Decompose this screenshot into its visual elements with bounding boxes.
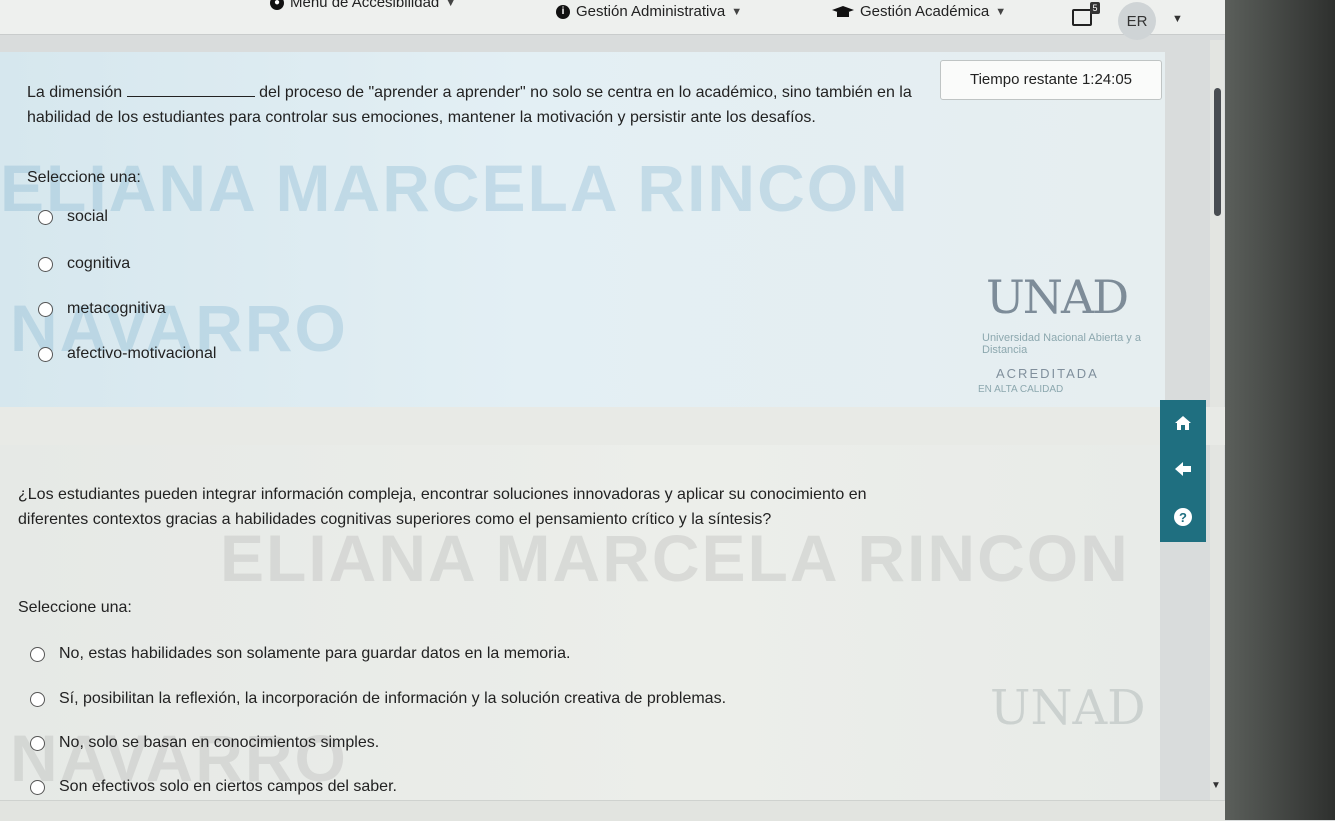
home-icon: [1175, 416, 1191, 430]
question-1-text-line2: habilidad de los estudiantes para contro…: [27, 109, 816, 126]
option-label: afectivo-motivacional: [67, 345, 217, 362]
option-label: No, solo se basan en conocimientos simpl…: [59, 734, 380, 751]
help-button[interactable]: ?: [1160, 494, 1206, 540]
option-label: Son efectivos solo en ciertos campos del…: [59, 778, 397, 795]
chevron-down-icon: ▼: [995, 5, 1007, 18]
user-avatar[interactable]: ER: [1118, 2, 1156, 40]
question-1-text: La dimensión del proceso de "aprender a …: [27, 80, 912, 130]
graduation-cap-icon: [832, 5, 854, 17]
timer-value: 1:24:05: [1081, 71, 1133, 88]
question-1-option-metacognitiva[interactable]: metacognitiva: [38, 300, 166, 318]
top-navbar: ● Menú de Accesibilidad ▼ i Gestión Admi…: [0, 0, 1225, 40]
scroll-down-arrow-icon[interactable]: ▼: [1211, 780, 1221, 791]
quick-nav-rail: ?: [1160, 400, 1206, 542]
question-2-text-line1: ¿Los estudiantes pueden integrar informa…: [18, 486, 867, 503]
radio-button[interactable]: [30, 779, 45, 795]
info-icon: i: [556, 4, 570, 19]
radio-button[interactable]: [38, 209, 53, 225]
radio-button[interactable]: [30, 646, 45, 662]
accessibility-menu[interactable]: ● Menú de Accesibilidad ▼: [270, 0, 456, 11]
question-2-select-label: Seleccione una:: [18, 599, 132, 616]
question-2-option-b[interactable]: Sí, posibilitan la reflexión, la incorpo…: [30, 690, 726, 708]
chevron-down-icon: ▼: [445, 0, 457, 9]
question-1-select-label: Seleccione una:: [27, 169, 141, 186]
logo-name: UNAD: [986, 270, 1129, 324]
radio-button[interactable]: [30, 735, 45, 751]
option-label: metacognitiva: [67, 300, 166, 317]
time-remaining: Tiempo restante 1:24:05: [940, 60, 1162, 100]
question-1-blank: [126, 82, 255, 97]
question-1-option-social[interactable]: social: [38, 208, 108, 226]
radio-button[interactable]: [30, 691, 45, 707]
question-1-text-start: La dimensión: [27, 84, 123, 101]
question-2-text: ¿Los estudiantes pueden integrar informa…: [18, 482, 866, 532]
logo-accreditation-sub: EN ALTA CALIDAD: [978, 384, 1064, 395]
academic-menu[interactable]: Gestión Académica ▼: [832, 3, 1006, 20]
accessibility-menu-label: Menú de Accesibilidad: [290, 0, 440, 11]
chevron-down-icon[interactable]: ▼: [1172, 13, 1183, 25]
radio-button[interactable]: [38, 256, 53, 272]
back-arrow-icon: [1175, 462, 1191, 476]
messages-badge: 5: [1090, 2, 1100, 14]
question-2-text-line2: diferentes contextos gracias a habilidad…: [18, 511, 772, 528]
bottom-strip: [0, 800, 1225, 821]
radio-button[interactable]: [38, 301, 53, 317]
messages-icon[interactable]: [1072, 9, 1092, 26]
unad-logo-faint: UNAD: [990, 680, 1146, 736]
admin-menu[interactable]: i Gestión Administrativa ▼: [556, 3, 742, 20]
option-label: Sí, posibilitan la reflexión, la incorpo…: [59, 690, 727, 707]
admin-menu-label: Gestión Administrativa: [576, 3, 726, 20]
help-icon: ?: [1174, 508, 1192, 526]
screen-edge: [1225, 0, 1335, 820]
option-label: social: [67, 208, 108, 225]
scrollbar-thumb[interactable]: [1214, 88, 1221, 216]
timer-label: Tiempo restante: [969, 71, 1078, 88]
question-1-option-cognitiva[interactable]: cognitiva: [38, 255, 130, 273]
question-1-text-end: del proceso de "aprender a aprender" no …: [259, 84, 912, 101]
question-1-option-afectivo[interactable]: afectivo-motivacional: [38, 345, 216, 363]
option-label: cognitiva: [67, 255, 131, 272]
chevron-down-icon: ▼: [731, 5, 743, 18]
radio-button[interactable]: [38, 346, 53, 362]
unad-logo: UNAD Universidad Nacional Abierta y a Di…: [958, 252, 1148, 402]
logo-accreditation: ACREDITADA: [996, 366, 1099, 381]
question-2-option-c[interactable]: No, solo se basan en conocimientos simpl…: [30, 734, 379, 752]
accessibility-icon: ●: [270, 0, 284, 10]
question-divider: [0, 407, 1225, 445]
question-2-option-d[interactable]: Son efectivos solo en ciertos campos del…: [30, 778, 397, 796]
home-button[interactable]: [1160, 400, 1206, 446]
logo-subtitle: Universidad Nacional Abierta y a Distanc…: [982, 332, 1141, 356]
academic-menu-label: Gestión Académica: [860, 3, 990, 20]
question-2-option-a[interactable]: No, estas habilidades son solamente para…: [30, 645, 570, 663]
back-button[interactable]: [1160, 446, 1206, 492]
option-label: No, estas habilidades son solamente para…: [59, 645, 571, 662]
